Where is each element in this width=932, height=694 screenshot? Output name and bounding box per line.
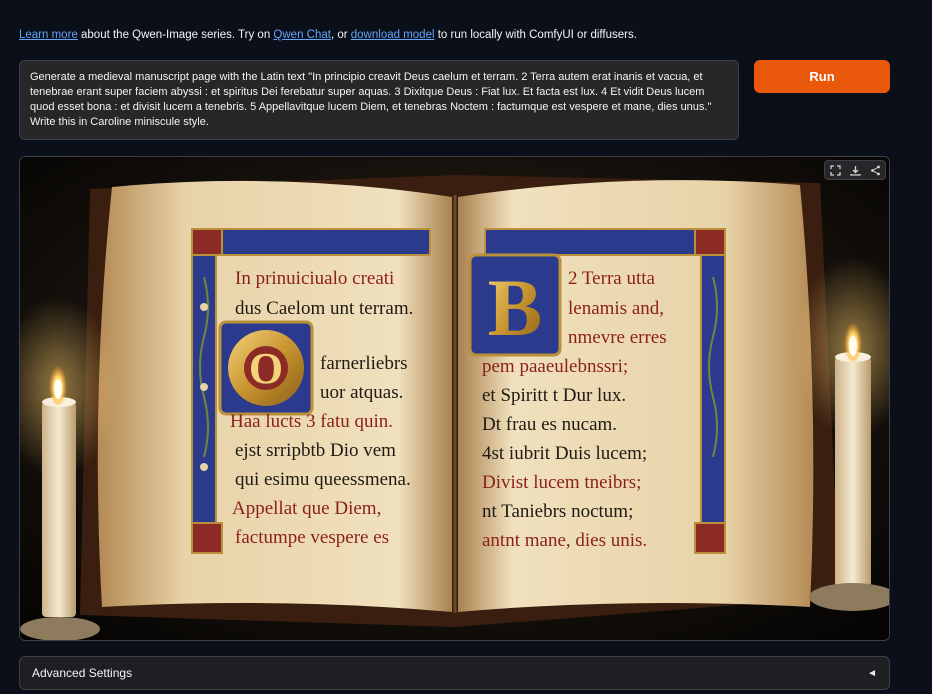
qwen-chat-link[interactable]: Qwen Chat — [273, 29, 331, 41]
left-initial: O — [249, 344, 283, 393]
right-line: antnt mane, dies unis. — [482, 530, 647, 551]
advanced-settings-accordion[interactable]: Advanced Settings ◄ — [19, 656, 890, 690]
left-line: Appellat que Diem, — [232, 498, 381, 519]
left-line: dus Caelom unt terram. — [235, 298, 413, 319]
right-initial: B — [488, 262, 543, 353]
left-line: factumpe vespere es — [235, 527, 389, 548]
right-line: pem paaeulebnssri; — [482, 356, 628, 377]
info-text-1: about the Qwen-Image series. Try on — [77, 29, 274, 41]
learn-more-link[interactable]: Learn more — [19, 29, 78, 41]
info-text-2: , or — [330, 29, 351, 41]
image-toolbar — [824, 160, 886, 180]
right-line: nt Taniebrs noctum; — [482, 501, 633, 522]
info-text-3: to run locally with ComfyUI or diffusers… — [434, 29, 637, 41]
left-line: In prinuiciualo creati — [235, 268, 394, 289]
right-line: 4st iubrit Duis lucem; — [482, 443, 647, 464]
right-line: Dt frau es nucam. — [482, 414, 617, 435]
left-line: uor atquas. — [320, 382, 403, 403]
generated-image-panel[interactable]: O B In prinuiciualo creati dus Caelom un… — [19, 156, 890, 641]
left-line: farnerliebrs — [320, 353, 408, 374]
download-icon[interactable] — [845, 161, 865, 179]
right-line: Divist lucem tneibrs; — [482, 472, 641, 493]
right-line: et Spiritt t Dur lux. — [482, 385, 626, 406]
fullscreen-icon[interactable] — [825, 161, 845, 179]
right-line: nmevre erres — [568, 327, 667, 348]
run-button[interactable]: Run — [754, 60, 890, 93]
right-line: lenamis and, — [568, 298, 664, 319]
left-line: qui esimu queessmena. — [235, 469, 411, 490]
download-model-link[interactable]: download model — [351, 29, 435, 41]
info-line: Learn more about the Qwen-Image series. … — [19, 29, 637, 41]
prompt-input[interactable]: Generate a medieval manuscript page with… — [19, 60, 739, 140]
share-icon[interactable] — [865, 161, 885, 179]
generated-image: O B In prinuiciualo creati dus Caelom un… — [20, 157, 889, 640]
left-line: Haa lucts 3 fatu quin. — [230, 411, 393, 432]
right-line: 2 Terra utta — [568, 268, 656, 289]
left-line: ejst srripbtb Dio vem — [235, 440, 396, 461]
collapse-arrow-icon: ◄ — [867, 667, 877, 679]
advanced-settings-label: Advanced Settings — [32, 666, 133, 680]
